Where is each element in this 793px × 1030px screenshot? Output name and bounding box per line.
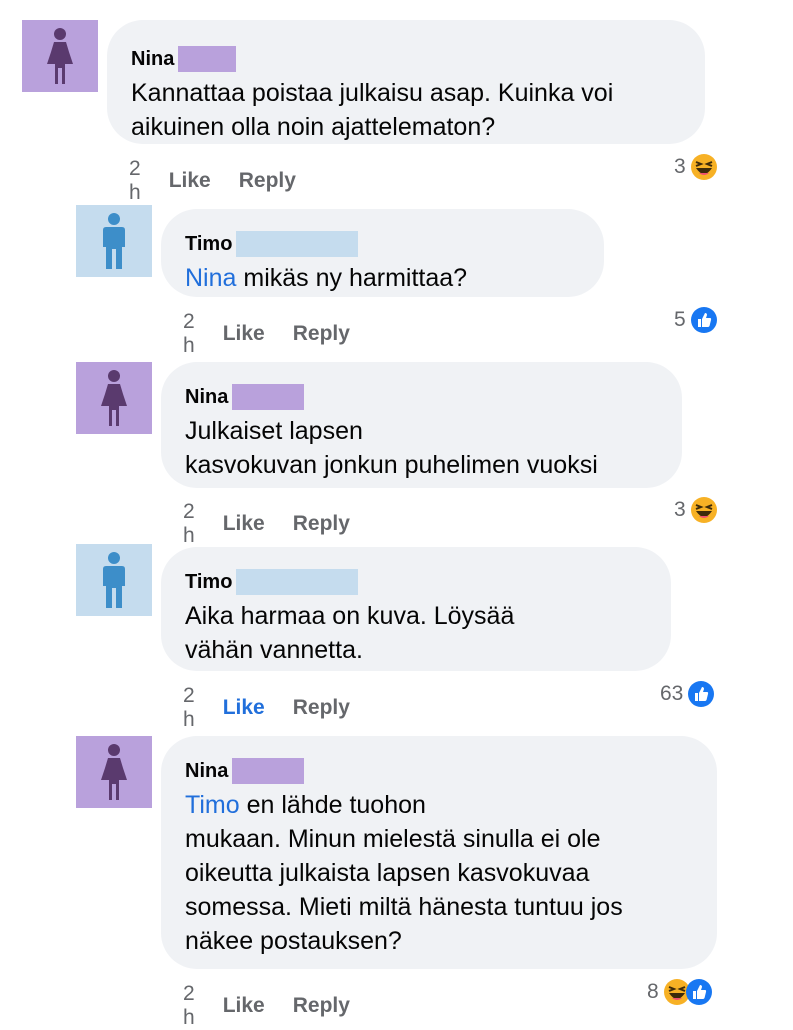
male-user-icon [103,213,125,269]
like-icon [685,979,712,1005]
author-name[interactable]: Nina [131,48,174,71]
author-name[interactable]: Nina [185,386,228,409]
comment-bubble: Nina Timo en lähde tuohon mukaan. Minun mi… [161,736,717,969]
reaction-count: 3 [674,498,686,521]
comment-text: Julkaiset lapsen kasvokuvan jonkun puheli… [185,417,598,479]
redacted-surname [178,46,237,72]
haha-icon [690,497,717,523]
redacted-surname [232,384,305,410]
comment-actions: 2 h Like Reply [183,310,350,358]
comment-bubble: Nina Kannattaa poistaa julkaisu asap. Kui… [107,20,705,144]
reply-button[interactable]: Reply [293,994,350,1018]
comment-bubble: Nina Julkaiset lapsen kasvokuvan jonkun pu… [161,362,682,488]
like-button[interactable]: Like [223,696,265,720]
avatar[interactable] [76,362,152,434]
like-button[interactable]: Like [169,169,211,193]
reaction-summary[interactable]: 8 [647,978,713,1006]
reply-button[interactable]: Reply [293,512,350,536]
female-user-icon [47,28,73,84]
haha-icon [690,154,717,180]
comment-actions: 2 h Like Reply [183,982,350,1030]
comment-text: Kannattaa poistaa julkaisu asap. Kuinka … [131,79,614,141]
timestamp[interactable]: 2 h [183,500,195,548]
reaction-summary[interactable]: 3 [674,496,718,524]
comment-text: Aika harmaa on kuva. Löysää vähän vannett… [185,602,515,664]
comment-actions: 2 h Like Reply [183,684,350,732]
author-name[interactable]: Timo [185,233,232,256]
reaction-count: 8 [647,980,659,1003]
comment-text: Nina mikäs ny harmittaa? [185,264,468,292]
reaction-count: 3 [674,155,686,178]
like-icon [688,681,715,707]
timestamp[interactable]: 2 h [183,684,195,732]
like-button[interactable]: Like [223,322,265,346]
comment-actions: 2 h Like Reply [129,157,296,205]
reply-button[interactable]: Reply [293,696,350,720]
reaction-count: 63 [660,682,684,705]
timestamp[interactable]: 2 h [183,982,195,1030]
mention-link[interactable]: Nina [185,264,236,292]
male-user-icon [103,552,125,608]
like-icon [690,307,717,333]
avatar[interactable] [76,736,152,808]
author-name[interactable]: Timo [185,571,232,594]
avatar[interactable] [76,544,152,616]
avatar[interactable] [22,20,98,92]
mention-link[interactable]: Timo [185,791,240,819]
comment-text: Timo en lähde tuohon mukaan. Minun mieles… [185,791,623,955]
timestamp[interactable]: 2 h [129,157,141,205]
timestamp[interactable]: 2 h [183,310,195,358]
reply-button[interactable]: Reply [293,322,350,346]
comment-bubble: Timo Aika harmaa on kuva. Löysää vähän van… [161,547,671,671]
reaction-summary[interactable]: 5 [674,306,718,334]
avatar[interactable] [76,205,152,277]
female-user-icon [101,370,127,426]
reaction-count: 5 [674,308,686,331]
comment-bubble: Timo Nina mikäs ny harmittaa? [161,209,604,297]
reaction-summary[interactable]: 3 [674,153,718,181]
reply-button[interactable]: Reply [239,169,296,193]
like-button[interactable]: Like [223,994,265,1018]
like-button[interactable]: Like [223,512,265,536]
female-user-icon [101,744,127,800]
redacted-surname [236,569,359,595]
author-name[interactable]: Nina [185,760,228,783]
redacted-surname [232,758,305,784]
comment-actions: 2 h Like Reply [183,500,350,548]
redacted-surname [236,231,359,257]
reaction-summary[interactable]: 63 [660,680,715,708]
